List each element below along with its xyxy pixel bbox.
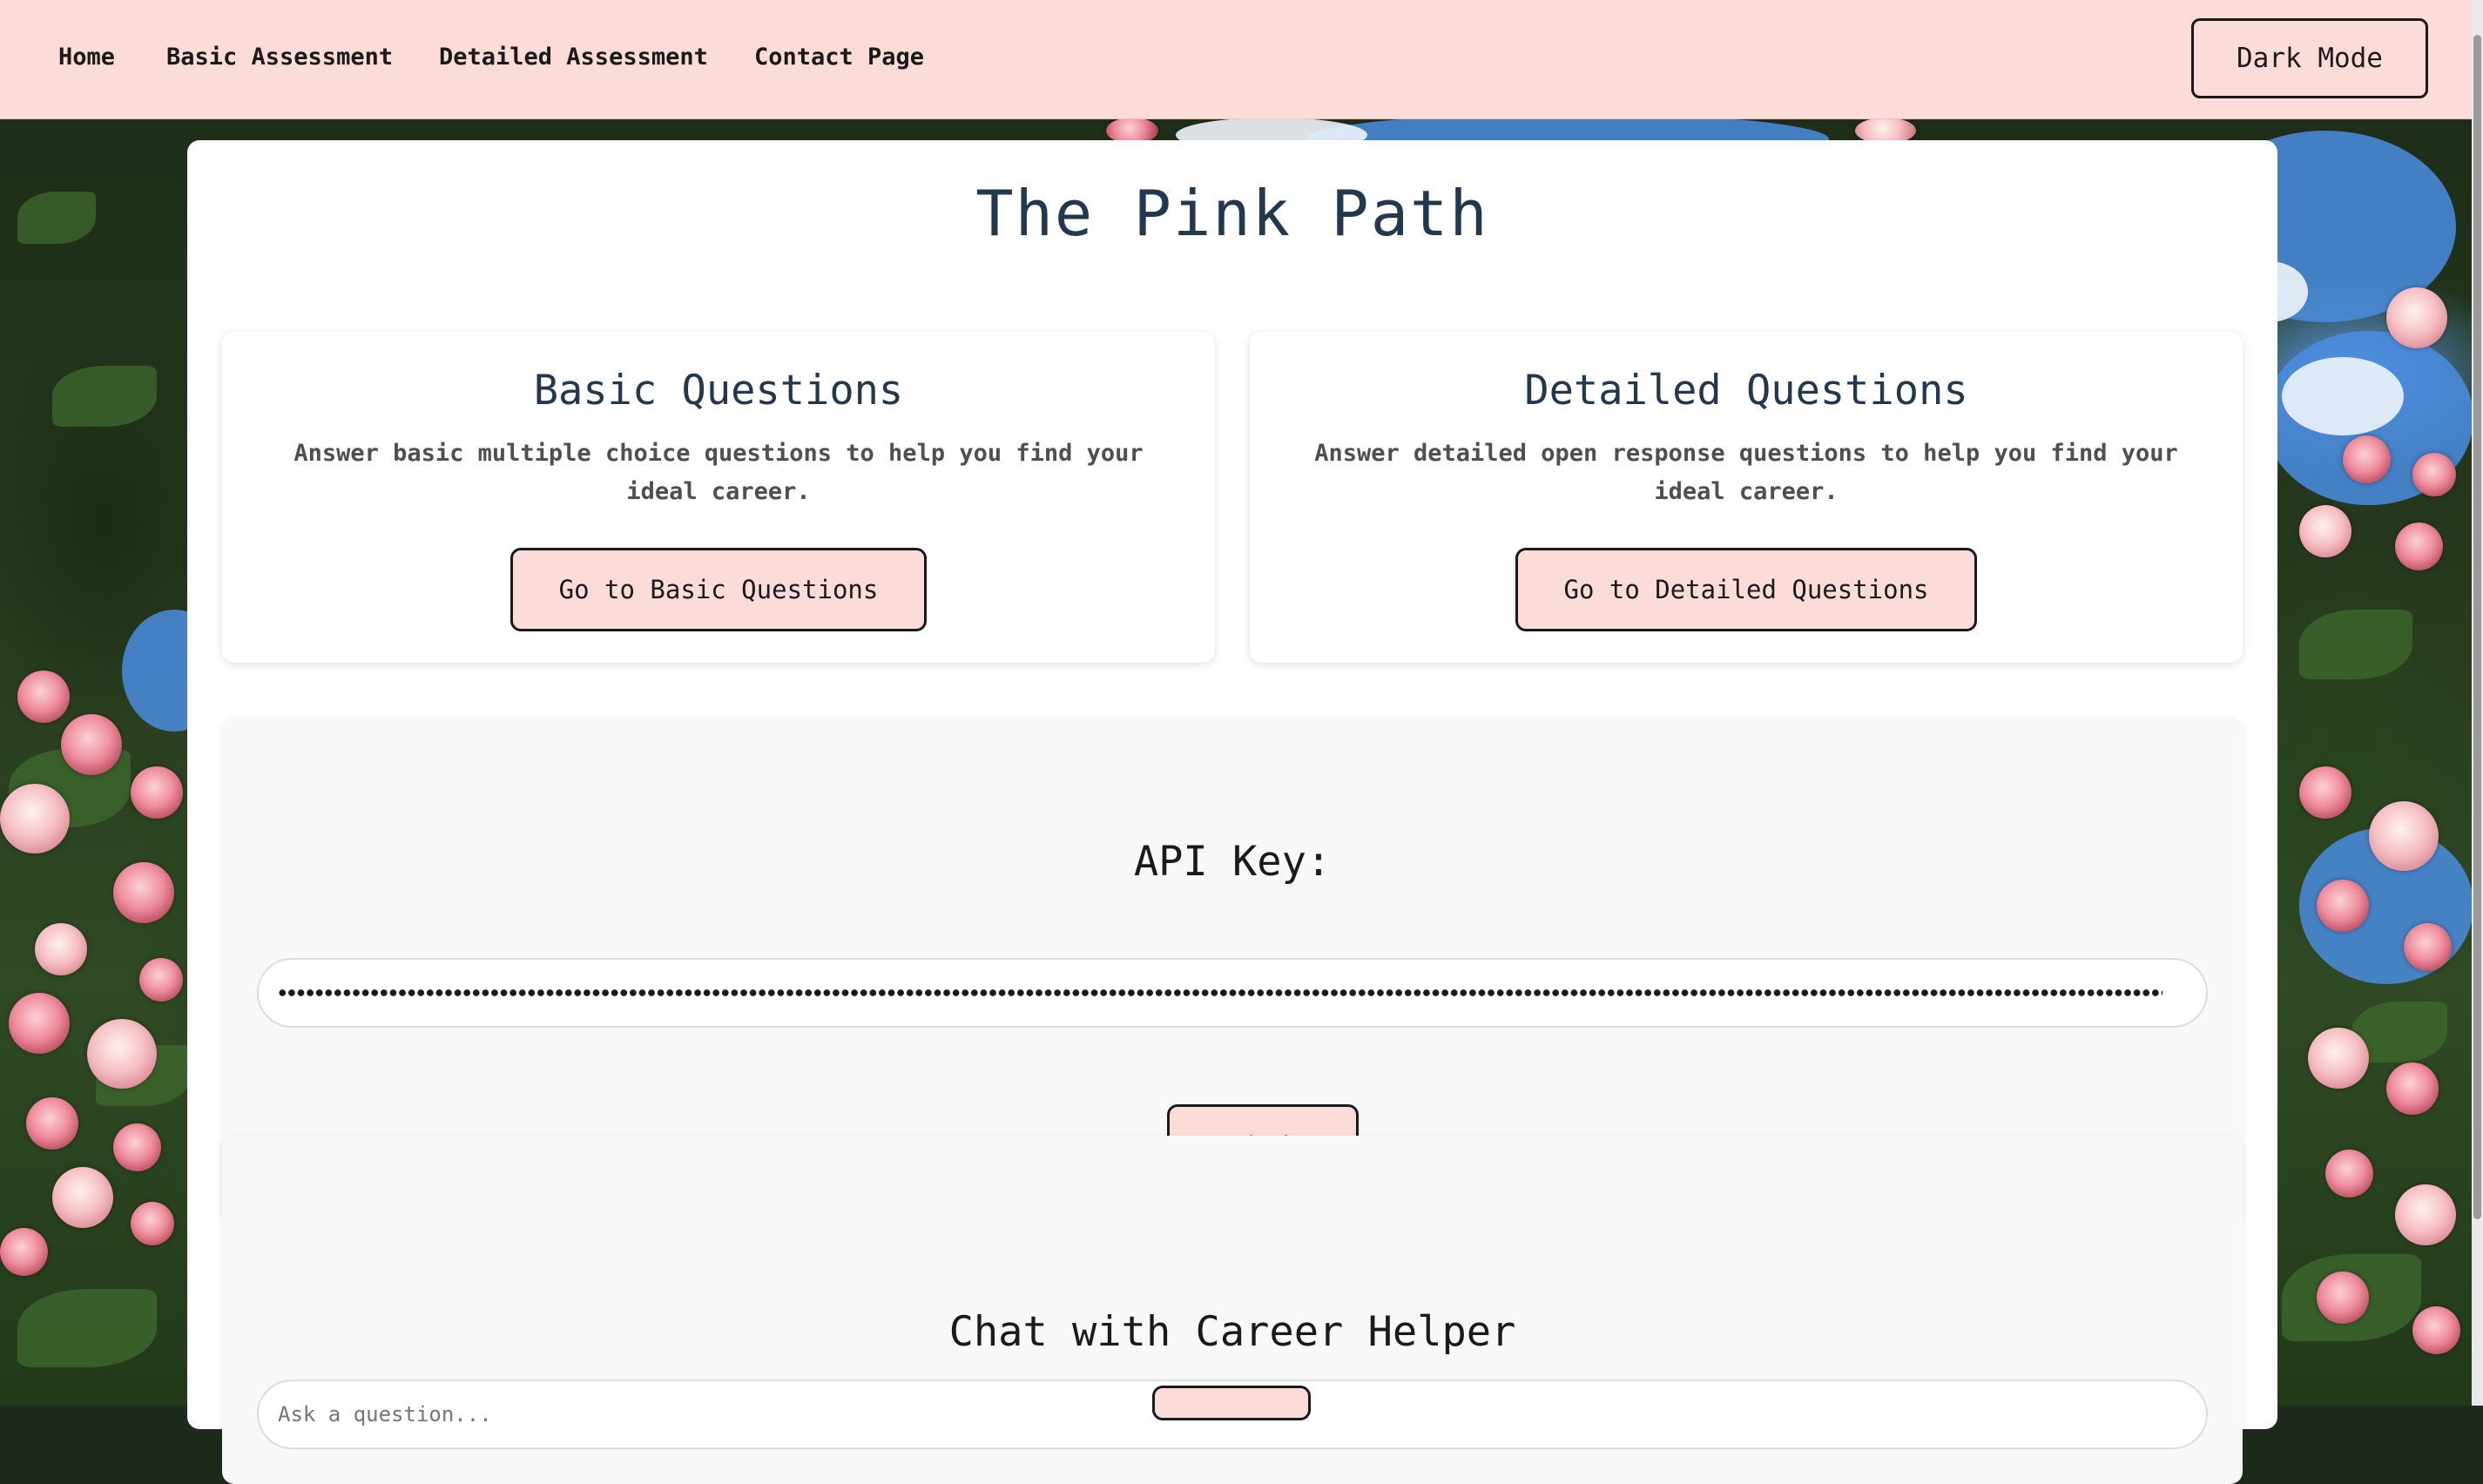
nav-link-detailed-assessment[interactable]: Detailed Assessment (439, 44, 708, 71)
basic-questions-title: Basic Questions (533, 367, 904, 415)
go-to-basic-questions-button[interactable]: Go to Basic Questions (510, 548, 927, 631)
chat-title: Chat with Career Helper (948, 1308, 1516, 1356)
basic-questions-card: Basic Questions Answer basic multiple ch… (222, 332, 1215, 663)
nav-link-basic-assessment[interactable]: Basic Assessment (166, 44, 393, 71)
api-key-input[interactable] (257, 958, 2208, 1028)
detailed-questions-card: Detailed Questions Answer detailed open … (1250, 332, 2243, 663)
go-to-detailed-questions-button[interactable]: Go to Detailed Questions (1515, 548, 1977, 631)
detailed-questions-description: Answer detailed open response questions … (1314, 440, 2178, 505)
top-navbar: Home Basic Assessment Detailed Assessmen… (0, 0, 2472, 119)
chat-panel: Chat with Career Helper (222, 1136, 2243, 1484)
chat-submit-button[interactable] (1152, 1386, 1311, 1420)
page-scrollbar[interactable] (2472, 0, 2483, 1406)
basic-questions-description: Answer basic multiple choice questions t… (294, 440, 1144, 505)
scrollbar-thumb[interactable] (2473, 35, 2481, 1219)
api-key-label: API Key: (1133, 838, 1332, 886)
page-title: The Pink Path (975, 177, 1489, 250)
nav-link-home[interactable]: Home (58, 44, 115, 71)
masked-api-key (278, 988, 2163, 997)
detailed-questions-title: Detailed Questions (1524, 367, 1968, 415)
nav-link-contact-page[interactable]: Contact Page (754, 44, 924, 71)
main-container: The Pink Path Basic Questions Answer bas… (187, 140, 2277, 1484)
dark-mode-button[interactable]: Dark Mode (2191, 18, 2428, 98)
